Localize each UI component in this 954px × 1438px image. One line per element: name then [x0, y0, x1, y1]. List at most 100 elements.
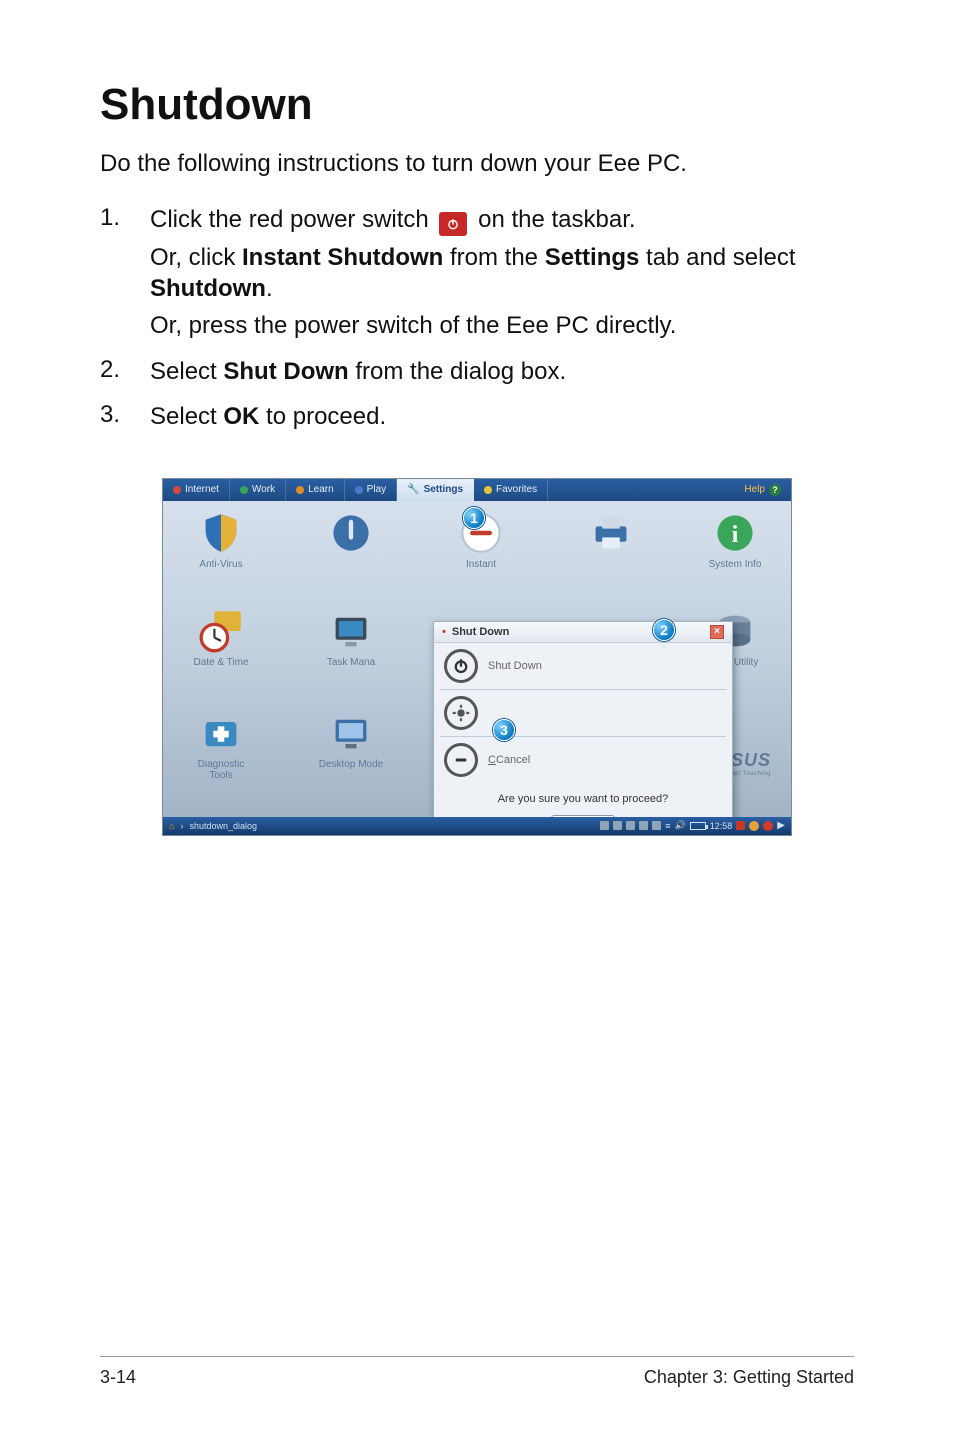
text: on the taskbar.	[478, 206, 635, 233]
bold: OK	[223, 403, 259, 430]
confirm-text: Are you sure you want to proceed?	[434, 783, 732, 811]
tab-label: Play	[367, 484, 386, 495]
icon-task-manager[interactable]: Task Mana	[301, 609, 401, 668]
step-number: 2.	[100, 356, 150, 393]
tab-play[interactable]: Play	[345, 479, 397, 501]
chapter-label: Chapter 3: Getting Started	[644, 1367, 854, 1388]
menu-item-gear[interactable]	[434, 690, 732, 736]
icon-system-info[interactable]: i System Info	[685, 511, 785, 570]
icon-label: Desktop Mode	[319, 759, 383, 770]
tab-learn[interactable]: Learn	[286, 479, 345, 501]
step-3-line: Select OK to proceed.	[150, 401, 854, 432]
page-number: 3-14	[100, 1367, 136, 1388]
tray-lock-icon[interactable]	[749, 821, 759, 831]
tab-settings[interactable]: 🔧 Settings	[397, 479, 474, 501]
menu-item-shutdown[interactable]: Shut Down	[434, 643, 732, 689]
bold: Instant Shutdown	[242, 244, 443, 271]
tray-keyboard-icon[interactable]	[613, 821, 622, 830]
icon-date-time[interactable]: Date & Time	[171, 609, 271, 668]
tray-caps-icon[interactable]	[736, 821, 745, 830]
play-icon	[355, 486, 363, 494]
shield-icon	[199, 511, 243, 555]
monitor-icon	[329, 609, 373, 653]
tray-display-icon[interactable]	[639, 821, 648, 830]
menu-label: Shut Down	[488, 660, 542, 672]
text: from the dialog box.	[349, 358, 566, 385]
bullet-icon: •	[442, 626, 446, 638]
power-icon	[444, 649, 478, 683]
step-body: Select OK to proceed.	[150, 401, 854, 438]
tray-clock[interactable]: 12:58	[710, 821, 733, 831]
icon-label: System Info	[709, 559, 762, 570]
desktop-icon	[329, 711, 373, 755]
step-1-line-1: Click the red power switch on the taskba…	[150, 204, 854, 236]
step-2: 2. Select Shut Down from the dialog box.	[100, 356, 854, 393]
menu-item-cancel[interactable]: CCancel	[434, 737, 732, 783]
text: from the	[443, 244, 544, 271]
tray-expand-icon[interactable]: ▶	[777, 820, 785, 831]
taskbar: ⌂ › shutdown_dialog ≡ 🔊 12:58 ▶	[163, 817, 791, 835]
step-body: Select Shut Down from the dialog box.	[150, 356, 854, 393]
help-link[interactable]: Help?	[734, 479, 791, 501]
clock-calendar-icon	[199, 609, 243, 653]
help-icon: ?	[769, 484, 781, 496]
info-icon: i	[713, 511, 757, 555]
bold: Shut Down	[223, 358, 348, 385]
tray-usb-icon[interactable]	[626, 821, 635, 830]
star-icon	[484, 486, 492, 494]
tab-favorites[interactable]: Favorites	[474, 479, 548, 501]
callout-2: 2	[653, 619, 675, 641]
tab-work[interactable]: Work	[230, 479, 286, 501]
top-tabbar: Internet Work Learn Play 🔧 Settings Favor…	[163, 479, 791, 501]
dialog-titlebar: • Shut Down ×	[434, 622, 732, 643]
step-3: 3. Select OK to proceed.	[100, 401, 854, 438]
dialog-title: Shut Down	[452, 626, 509, 638]
icon-printer[interactable]	[561, 511, 661, 570]
text: Or, click	[150, 244, 242, 271]
steps-list: 1. Click the red power switch on the tas…	[100, 204, 854, 438]
tab-internet[interactable]: Internet	[163, 479, 230, 501]
icon-label: DiagnosticTools	[198, 759, 245, 781]
power-icon	[439, 212, 467, 236]
tray-wifi-icon[interactable]	[600, 821, 609, 830]
tray-power-icon[interactable]	[763, 821, 773, 831]
svg-text:i: i	[732, 521, 739, 548]
icon-antivirus[interactable]: Anti-Virus	[171, 511, 271, 570]
tab-label: Work	[252, 484, 275, 495]
step-1-line-3: Or, press the power switch of the Eee PC…	[150, 310, 854, 341]
tab-label: Settings	[424, 484, 463, 495]
os-screenshot: Internet Work Learn Play 🔧 Settings Favor…	[162, 478, 792, 836]
page-footer: 3-14 Chapter 3: Getting Started	[100, 1356, 854, 1388]
home-icon[interactable]: ⌂	[169, 821, 174, 831]
callout-3: 3	[493, 719, 515, 741]
text: Click the red power switch	[150, 206, 435, 233]
menu-label	[488, 707, 491, 719]
tab-label: Favorites	[496, 484, 537, 495]
tab-label: Learn	[308, 484, 334, 495]
wrench-icon: 🔧	[407, 484, 419, 495]
text: tab and select	[639, 244, 795, 271]
icon-diagnostic-tools[interactable]: DiagnosticTools	[171, 711, 271, 781]
step-body: Click the red power switch on the taskba…	[150, 204, 854, 348]
work-icon	[240, 486, 248, 494]
icon-desktop-mode[interactable]: Desktop Mode	[301, 711, 401, 770]
step-number: 3.	[100, 401, 150, 438]
menu-label: CCancel	[488, 754, 530, 766]
icon-label: Anti-Virus	[199, 559, 242, 570]
learn-icon	[296, 486, 304, 494]
icon-label	[350, 559, 353, 570]
tray-volume-icon[interactable]: 🔊	[675, 820, 686, 831]
tray-battery-icon[interactable]	[690, 822, 706, 830]
desktop-area: Anti-Virus Instant i System Info D	[163, 501, 791, 817]
taskbar-app[interactable]: shutdown_dialog	[189, 821, 257, 831]
tray-clipboard-icon[interactable]	[652, 821, 661, 830]
text: Select	[150, 403, 223, 430]
icon-generic-1[interactable]	[301, 511, 401, 570]
system-tray: ≡ 🔊 12:58 ▶	[600, 820, 785, 831]
taskbar-separator: ›	[180, 821, 183, 831]
bold: Settings	[545, 244, 640, 271]
icon-label: Instant	[466, 559, 496, 570]
close-button[interactable]: ×	[710, 625, 724, 639]
bold: Shutdown	[150, 275, 266, 302]
tray-equals-icon: ≡	[665, 821, 670, 831]
